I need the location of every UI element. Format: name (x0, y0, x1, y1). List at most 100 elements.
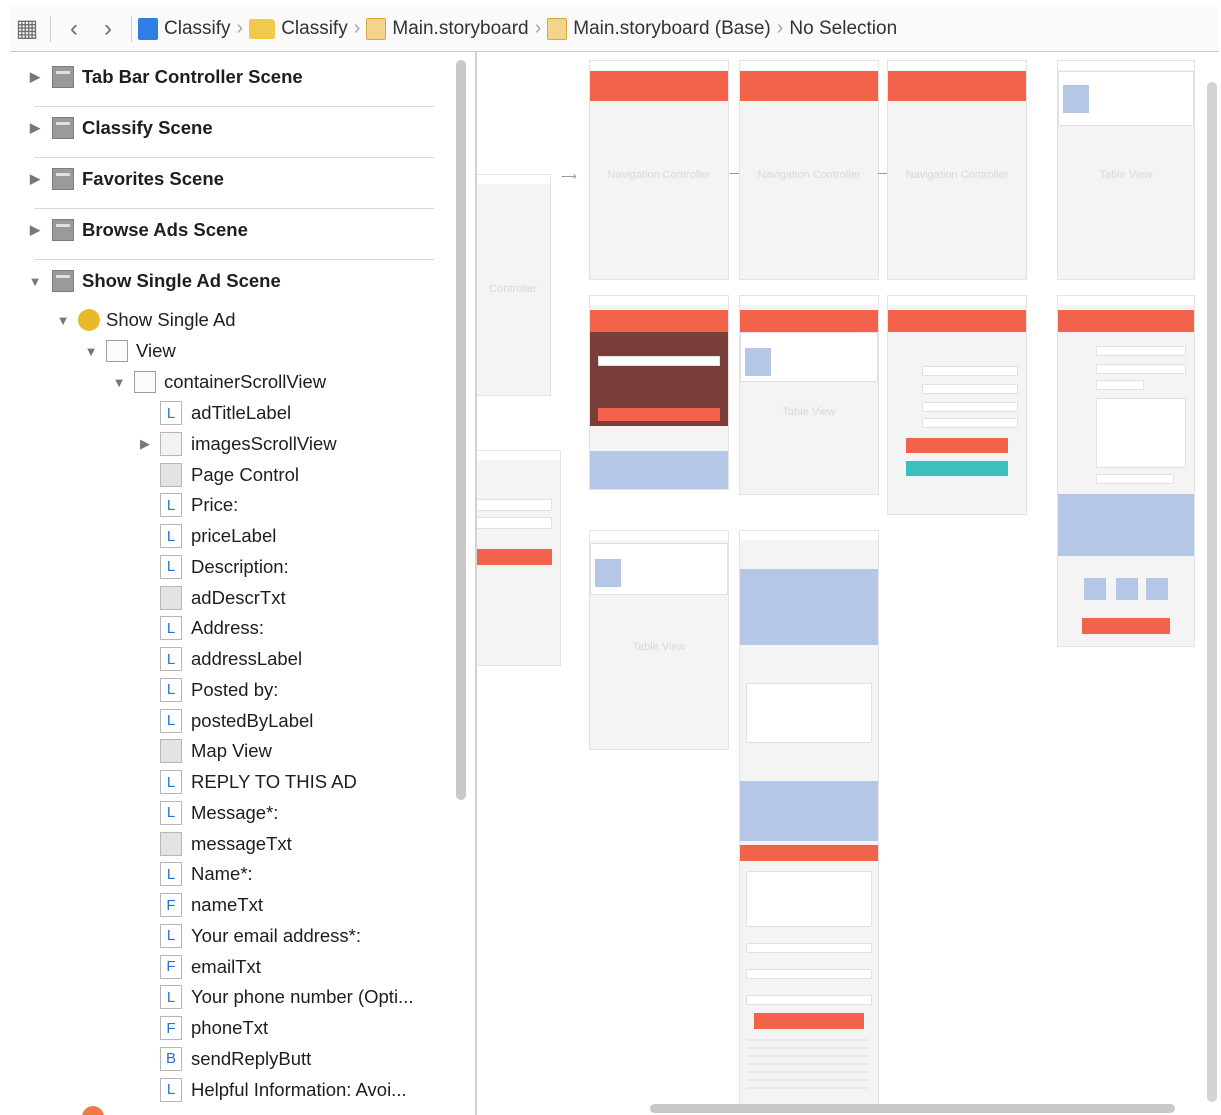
search-button (477, 549, 552, 565)
outline-item-label: Posted by: (191, 678, 279, 700)
favorites-list-scene[interactable]: Table View (739, 295, 879, 495)
outline-item[interactable]: L Your phone number (Opti... (160, 982, 413, 1012)
scene-title (888, 61, 1026, 70)
outline-item-label: Name*: (191, 863, 253, 885)
outline-scene[interactable]: ▶ Classify Scene (28, 113, 213, 143)
nav-controller-scene[interactable]: Navigation Controller (739, 60, 879, 280)
outline-item-label: Your email address*: (191, 924, 362, 946)
scene-label: Favorites Scene (82, 168, 224, 189)
post-ad-scene[interactable] (1057, 295, 1195, 647)
text-field (746, 995, 872, 1005)
browse-results-scene[interactable]: Table View (589, 530, 729, 750)
outline-item-label: adDescrTxt (191, 586, 286, 608)
outline-item[interactable]: L Address: (160, 613, 264, 643)
outline-item[interactable]: BsendReplyButt (160, 1044, 311, 1074)
favorites-scene[interactable]: Table View (1057, 60, 1195, 280)
related-items-icon[interactable]: ▦ (10, 14, 44, 43)
outline-scene[interactable]: ▼ Show Single Ad Scene (28, 266, 281, 296)
canvas-horizontal-scrollbar[interactable] (650, 1104, 1175, 1113)
nav-controller-scene[interactable]: Navigation Controller (589, 60, 729, 280)
outline-item[interactable]: ▶ imagesScrollView (138, 429, 337, 459)
disclosure-triangle-icon[interactable]: ▶ (28, 69, 42, 85)
outline-item[interactable]: L Name*: (160, 859, 253, 889)
breadcrumb-selection[interactable]: No Selection (789, 18, 897, 40)
outline-item[interactable]: LpostedByLabel (160, 706, 313, 736)
back-icon[interactable]: ‹ (57, 15, 91, 43)
disclosure-triangle-down-icon[interactable]: ▼ (112, 375, 126, 390)
scene-label: Show Single Ad Scene (82, 270, 281, 291)
folder-icon (249, 18, 276, 39)
outline-scene[interactable]: ▶ Favorites Scene (28, 164, 224, 194)
storyboard-canvas[interactable]: Controller ⟶ Navigation Controller ⟶ Nav… (477, 52, 1218, 1115)
outline-item-label: Message*: (191, 801, 279, 823)
outline-item[interactable]: L Helpful Information: Avoi... (160, 1075, 407, 1105)
outline-item[interactable]: LpriceLabel (160, 521, 276, 551)
outline-item[interactable]: messageTxt (160, 829, 292, 859)
outline-item[interactable]: FemailTxt (160, 952, 261, 982)
disclosure-triangle-icon[interactable]: ▶ (28, 171, 42, 187)
outline-item[interactable]: adDescrTxt (160, 583, 286, 613)
outline-item[interactable]: L Price: (160, 490, 238, 520)
disclosure-triangle-down-icon[interactable]: ▼ (84, 344, 98, 359)
label-icon: L (160, 1077, 182, 1102)
storyboard-file-icon (547, 17, 568, 40)
disclosure-triangle-down-icon[interactable]: ▼ (28, 274, 42, 289)
label-icon: L (160, 708, 182, 733)
outline-view[interactable]: ▼ View (84, 336, 176, 366)
forward-icon[interactable]: › (91, 15, 125, 43)
first-responder-row[interactable] (74, 1102, 110, 1115)
outline-item-label: emailTxt (191, 955, 261, 977)
account-scene[interactable] (887, 295, 1027, 515)
text-line (746, 1063, 868, 1065)
outline-item[interactable]: L REPLY TO THIS AD (160, 767, 357, 797)
send-button (754, 1013, 864, 1029)
breadcrumb-storyboard-base[interactable]: Main.storyboard (Base) › (547, 17, 783, 40)
nav-controller-scene[interactable]: Navigation Controller (887, 60, 1027, 280)
outline-item[interactable]: FnameTxt (160, 890, 263, 920)
classify-scene[interactable] (589, 295, 729, 490)
outline-item[interactable]: L Your email address*: (160, 921, 361, 951)
control-icon (160, 739, 182, 764)
outline-item[interactable]: L Message*: (160, 798, 278, 828)
text-field-icon: F (160, 1016, 182, 1040)
outline-item[interactable]: L Posted by: (160, 675, 278, 705)
text-field (922, 384, 1018, 394)
text-field (477, 517, 552, 529)
outline-scene[interactable]: ▶ Browse Ads Scene (28, 215, 248, 245)
scroll-view-icon (134, 371, 156, 393)
view-controller-icon (78, 309, 100, 331)
reply-header (740, 845, 878, 861)
disclosure-triangle-down-icon[interactable]: ▼ (56, 313, 70, 328)
outline-item[interactable]: LadTitleLabel (160, 398, 291, 428)
outline-item[interactable]: Page Control (160, 460, 299, 490)
text-field (1096, 364, 1186, 374)
label-icon: L (160, 923, 182, 948)
canvas-vertical-scrollbar[interactable] (1207, 82, 1217, 1102)
scene-icon (52, 270, 74, 292)
scene-title (590, 61, 728, 70)
disclosure-triangle-icon[interactable]: ▶ (28, 120, 42, 136)
disclosure-triangle-icon[interactable]: ▶ (138, 436, 152, 452)
jump-bar-divider (50, 15, 51, 42)
breadcrumb-storyboard[interactable]: Main.storyboard › (366, 17, 541, 40)
outline-scrollbar[interactable] (456, 60, 466, 800)
outline-scroll-view[interactable]: ▼ containerScrollView (112, 367, 326, 397)
outline-view-controller[interactable]: ▼ Show Single Ad (56, 305, 236, 335)
disclosure-triangle-icon[interactable]: ▶ (28, 222, 42, 238)
outline-item[interactable]: FphoneTxt (160, 1013, 268, 1043)
show-single-ad-scene[interactable] (739, 530, 879, 1110)
control-icon (160, 831, 182, 856)
breadcrumb-folder[interactable]: Classify › (249, 17, 360, 40)
divider (34, 259, 434, 260)
outline-item[interactable]: L Description: (160, 552, 289, 582)
browse-ads-scene[interactable] (477, 450, 561, 666)
navigation-bar (1058, 310, 1194, 332)
outline-item[interactable]: LaddressLabel (160, 644, 302, 674)
text-field (477, 499, 552, 511)
breadcrumb-project[interactable]: Classify › (138, 17, 243, 40)
outline-scene[interactable]: ▶ Tab Bar Controller Scene (28, 62, 303, 92)
outline-item[interactable]: Map View (160, 736, 272, 766)
divider (34, 106, 434, 107)
outline-item-label: View (136, 340, 176, 361)
tab-bar-controller-scene[interactable]: Controller (477, 174, 551, 396)
